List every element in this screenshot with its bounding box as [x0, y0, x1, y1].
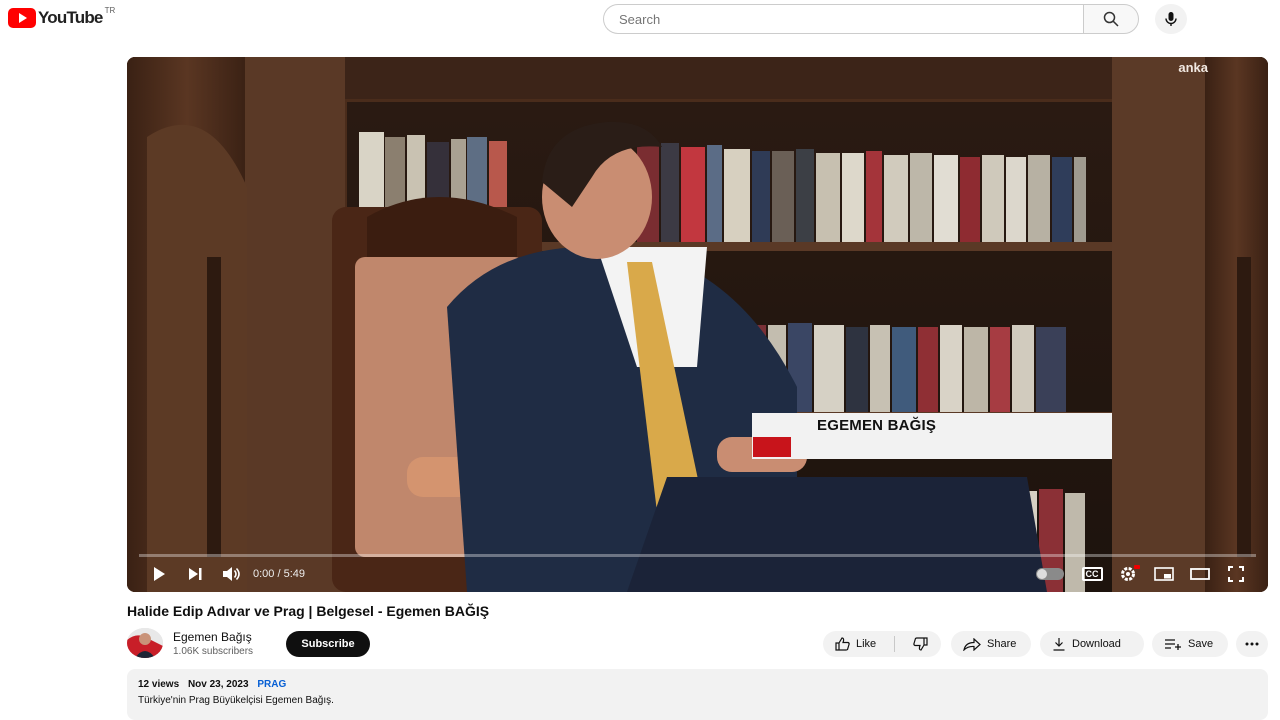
captions-button[interactable]: CC: [1074, 556, 1110, 592]
avatar-image: [127, 628, 163, 658]
upload-date: Nov 23, 2023: [187, 679, 249, 690]
download-icon: [1053, 638, 1065, 651]
miniplayer-button[interactable]: [1146, 556, 1182, 592]
captions-icon: CC: [1081, 567, 1103, 581]
fullscreen-button[interactable]: [1218, 556, 1254, 592]
subscribe-button[interactable]: Subscribe: [286, 631, 370, 657]
lower-third-name: EGEMEN BAĞIŞ: [817, 417, 937, 434]
share-label: Share: [987, 638, 1017, 650]
time-display: 0:00 / 5:49: [253, 568, 305, 580]
miniplayer-icon: [1154, 567, 1174, 581]
share-icon: [963, 637, 981, 651]
play-icon: [154, 567, 165, 581]
search-bar: [603, 4, 1139, 34]
search-button[interactable]: [1083, 4, 1139, 34]
view-count: 12 views: [138, 679, 180, 690]
more-actions-button[interactable]: [1236, 631, 1268, 657]
search-input[interactable]: [603, 4, 1083, 34]
download-label: Download: [1072, 638, 1121, 650]
theater-mode-icon: [1190, 568, 1210, 580]
thumbs-down-icon: [913, 637, 928, 651]
video-frame: [127, 57, 1268, 592]
more-horizontal-icon: [1245, 642, 1259, 646]
save-label: Save: [1188, 638, 1214, 650]
hashtag-link[interactable]: PRAG: [257, 679, 286, 690]
mute-button[interactable]: [213, 556, 249, 592]
youtube-logo[interactable]: YouTube TR: [8, 6, 116, 28]
description-text: Türkiye'nin Prag Büyükelçisi Egemen Bağı…: [138, 695, 334, 706]
player-controls: 0:00 / 5:49 CC: [127, 556, 1268, 592]
add-to-playlist-icon: [1165, 639, 1181, 650]
dislike-button[interactable]: [901, 631, 940, 657]
channel-avatar[interactable]: [127, 628, 163, 658]
download-button[interactable]: Download: [1040, 631, 1144, 657]
like-dislike-group: Like: [823, 631, 941, 657]
logo-text: YouTube: [38, 8, 103, 27]
description-box[interactable]: 12 views Nov 23, 2023 PRAG Türkiye'nin P…: [127, 669, 1268, 720]
theater-mode-button[interactable]: [1182, 556, 1218, 592]
logo-country-code: TR: [104, 6, 116, 15]
youtube-logo-icon: [8, 8, 36, 28]
volume-icon: [223, 567, 240, 581]
lower-third-accent: [753, 437, 791, 457]
save-button[interactable]: Save: [1152, 631, 1228, 657]
autoplay-toggle[interactable]: [1036, 568, 1064, 580]
play-button[interactable]: [141, 556, 177, 592]
channel-name[interactable]: Egemen Bağış: [173, 630, 252, 644]
next-button[interactable]: [177, 556, 213, 592]
settings-button[interactable]: [1110, 556, 1146, 592]
share-button[interactable]: Share: [951, 631, 1031, 657]
hd-badge: [1134, 565, 1140, 569]
microphone-icon: [1165, 12, 1177, 26]
subscriber-count: 1.06K subscribers: [173, 646, 254, 657]
search-icon: [1103, 11, 1119, 27]
thumbs-up-icon: [835, 637, 850, 651]
voice-search-button[interactable]: [1155, 4, 1187, 34]
video-title: Halide Edip Adıvar ve Prag | Belgesel - …: [127, 603, 490, 619]
like-button[interactable]: Like: [823, 631, 888, 657]
like-label: Like: [856, 638, 877, 650]
fullscreen-icon: [1228, 566, 1244, 582]
channel-watermark: anka: [1178, 60, 1208, 75]
video-player[interactable]: anka EGEMEN BAĞIŞ 0:00 / 5:49 CC: [127, 57, 1268, 592]
like-divider: [894, 636, 896, 652]
skip-next-icon: [189, 568, 202, 580]
description-meta: 12 views Nov 23, 2023 PRAG: [138, 679, 292, 690]
